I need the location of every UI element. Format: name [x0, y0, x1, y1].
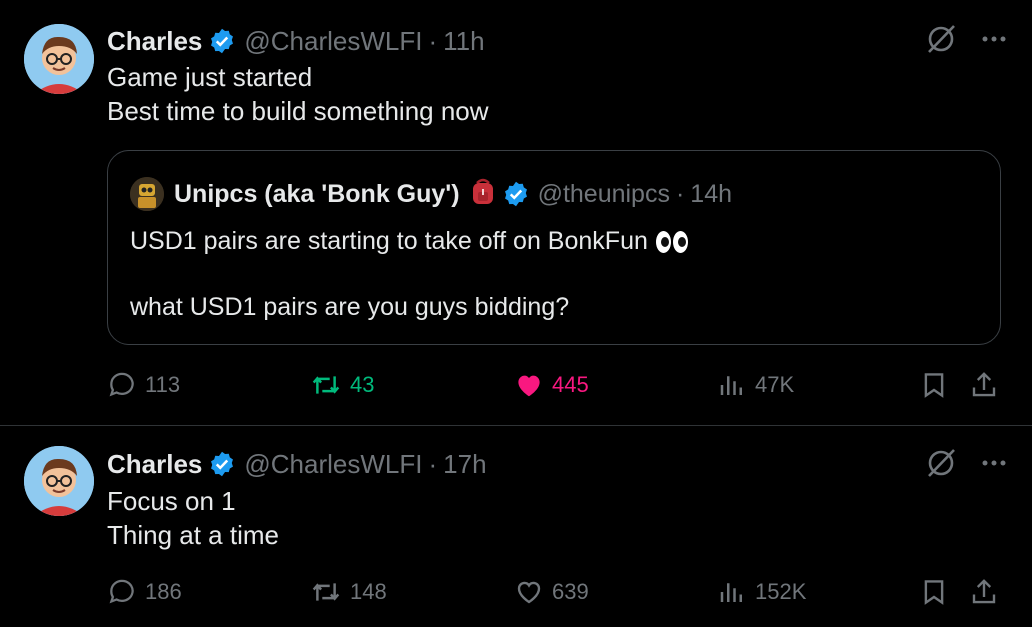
views-count: 47K	[755, 372, 795, 397]
more-icon[interactable]	[980, 25, 1008, 58]
verified-badge-icon[interactable]	[208, 27, 236, 55]
like-button[interactable]: 445	[514, 365, 589, 405]
quoted-timestamp[interactable]: 14h	[690, 180, 732, 209]
timestamp[interactable]: 11h	[443, 26, 484, 57]
quoted-tweet-header: Unipcs (aka 'Bonk Guy') @theunipcs · 14h	[130, 177, 732, 211]
share-icon	[972, 579, 996, 604]
repost-icon	[312, 376, 340, 394]
views-button[interactable]: 152K	[717, 572, 806, 612]
tweet-actions: 186 148 639 152K	[107, 572, 1007, 612]
avatar[interactable]	[24, 24, 94, 94]
share-icon	[972, 372, 996, 397]
avatar-cartoon-icon	[24, 24, 94, 94]
eyes-emoji-icon	[655, 231, 688, 254]
quoted-author-handle[interactable]: @theunipcs	[538, 180, 670, 209]
separator-dot: ·	[428, 25, 438, 56]
tweet-actions: 113 43 445 47K	[107, 365, 1007, 405]
reply-icon	[109, 579, 134, 604]
author-handle[interactable]: @CharlesWLFI	[244, 449, 422, 480]
share-button[interactable]	[969, 572, 1007, 612]
grok-icon[interactable]	[924, 446, 958, 485]
tweet-text-line: Best time to build something now	[107, 96, 489, 126]
tweet-top-actions	[924, 446, 1008, 485]
tweet-text: Focus on 1 Thing at a time	[107, 484, 279, 552]
reply-button[interactable]: 113	[107, 365, 180, 405]
views-count: 152K	[755, 579, 807, 604]
bookmark-icon	[924, 373, 944, 398]
like-count: 445	[552, 372, 589, 397]
reply-button[interactable]: 186	[107, 572, 182, 612]
repost-count: 43	[350, 372, 375, 397]
avatar[interactable]	[24, 446, 94, 516]
author-name[interactable]: Charles	[107, 26, 202, 57]
reply-count: 113	[145, 372, 181, 397]
bookmark-button[interactable]	[919, 365, 957, 405]
bookmark-icon	[924, 580, 944, 605]
like-button[interactable]: 639	[514, 572, 589, 612]
quoted-avatar[interactable]	[130, 177, 164, 211]
repost-button[interactable]: 148	[310, 572, 387, 612]
robot-avatar-icon	[130, 177, 164, 211]
repost-icon	[312, 583, 340, 601]
verified-badge-icon[interactable]	[502, 180, 530, 208]
views-button[interactable]: 47K	[717, 365, 794, 405]
quoted-text-line: what USD1 pairs are you guys bidding?	[130, 293, 570, 321]
tweet-text-line: Thing at a time	[107, 520, 279, 550]
views-icon	[720, 376, 742, 395]
quoted-text-span: USD1 pairs are starting to take off on B…	[130, 227, 648, 255]
avatar-cartoon-icon	[24, 446, 94, 516]
like-icon	[518, 375, 540, 397]
quoted-tweet[interactable]: Unipcs (aka 'Bonk Guy') @theunipcs · 14h…	[107, 150, 1001, 345]
quoted-text-line: USD1 pairs are starting to take off on B…	[130, 225, 688, 257]
bookmark-button[interactable]	[919, 572, 957, 612]
repost-count: 148	[350, 579, 387, 604]
verified-badge-icon[interactable]	[208, 450, 236, 478]
tweet-text: Game just started Best time to build som…	[107, 60, 489, 128]
timestamp[interactable]: 17h	[443, 449, 486, 480]
views-icon	[720, 583, 742, 602]
separator-dot: ·	[675, 179, 685, 208]
tweet[interactable]: Charles @CharlesWLFI · 17h Focus on 1 Th…	[0, 426, 1032, 627]
like-icon	[517, 581, 541, 604]
more-icon[interactable]	[980, 449, 1008, 482]
tweet-header: Charles @CharlesWLFI · 11h	[107, 24, 485, 58]
tweet-top-actions	[924, 22, 1008, 61]
separator-dot: ·	[428, 448, 438, 479]
reply-count: 186	[145, 579, 182, 604]
share-button[interactable]	[969, 365, 1007, 405]
repost-button[interactable]: 43	[310, 365, 374, 405]
tweet-header: Charles @CharlesWLFI · 17h	[107, 447, 487, 481]
reply-icon	[109, 372, 134, 397]
tweet[interactable]: Charles @CharlesWLFI · 11h Game just sta…	[0, 0, 1032, 426]
backpack-emoji-icon	[470, 177, 496, 212]
quoted-author-name[interactable]: Unipcs (aka 'Bonk Guy')	[174, 180, 460, 209]
tweet-text-line: Game just started	[107, 62, 313, 92]
author-handle[interactable]: @CharlesWLFI	[244, 26, 422, 57]
like-count: 639	[552, 579, 589, 604]
grok-icon[interactable]	[924, 22, 958, 61]
author-name[interactable]: Charles	[107, 449, 202, 480]
tweet-text-line: Focus on 1	[107, 486, 236, 516]
